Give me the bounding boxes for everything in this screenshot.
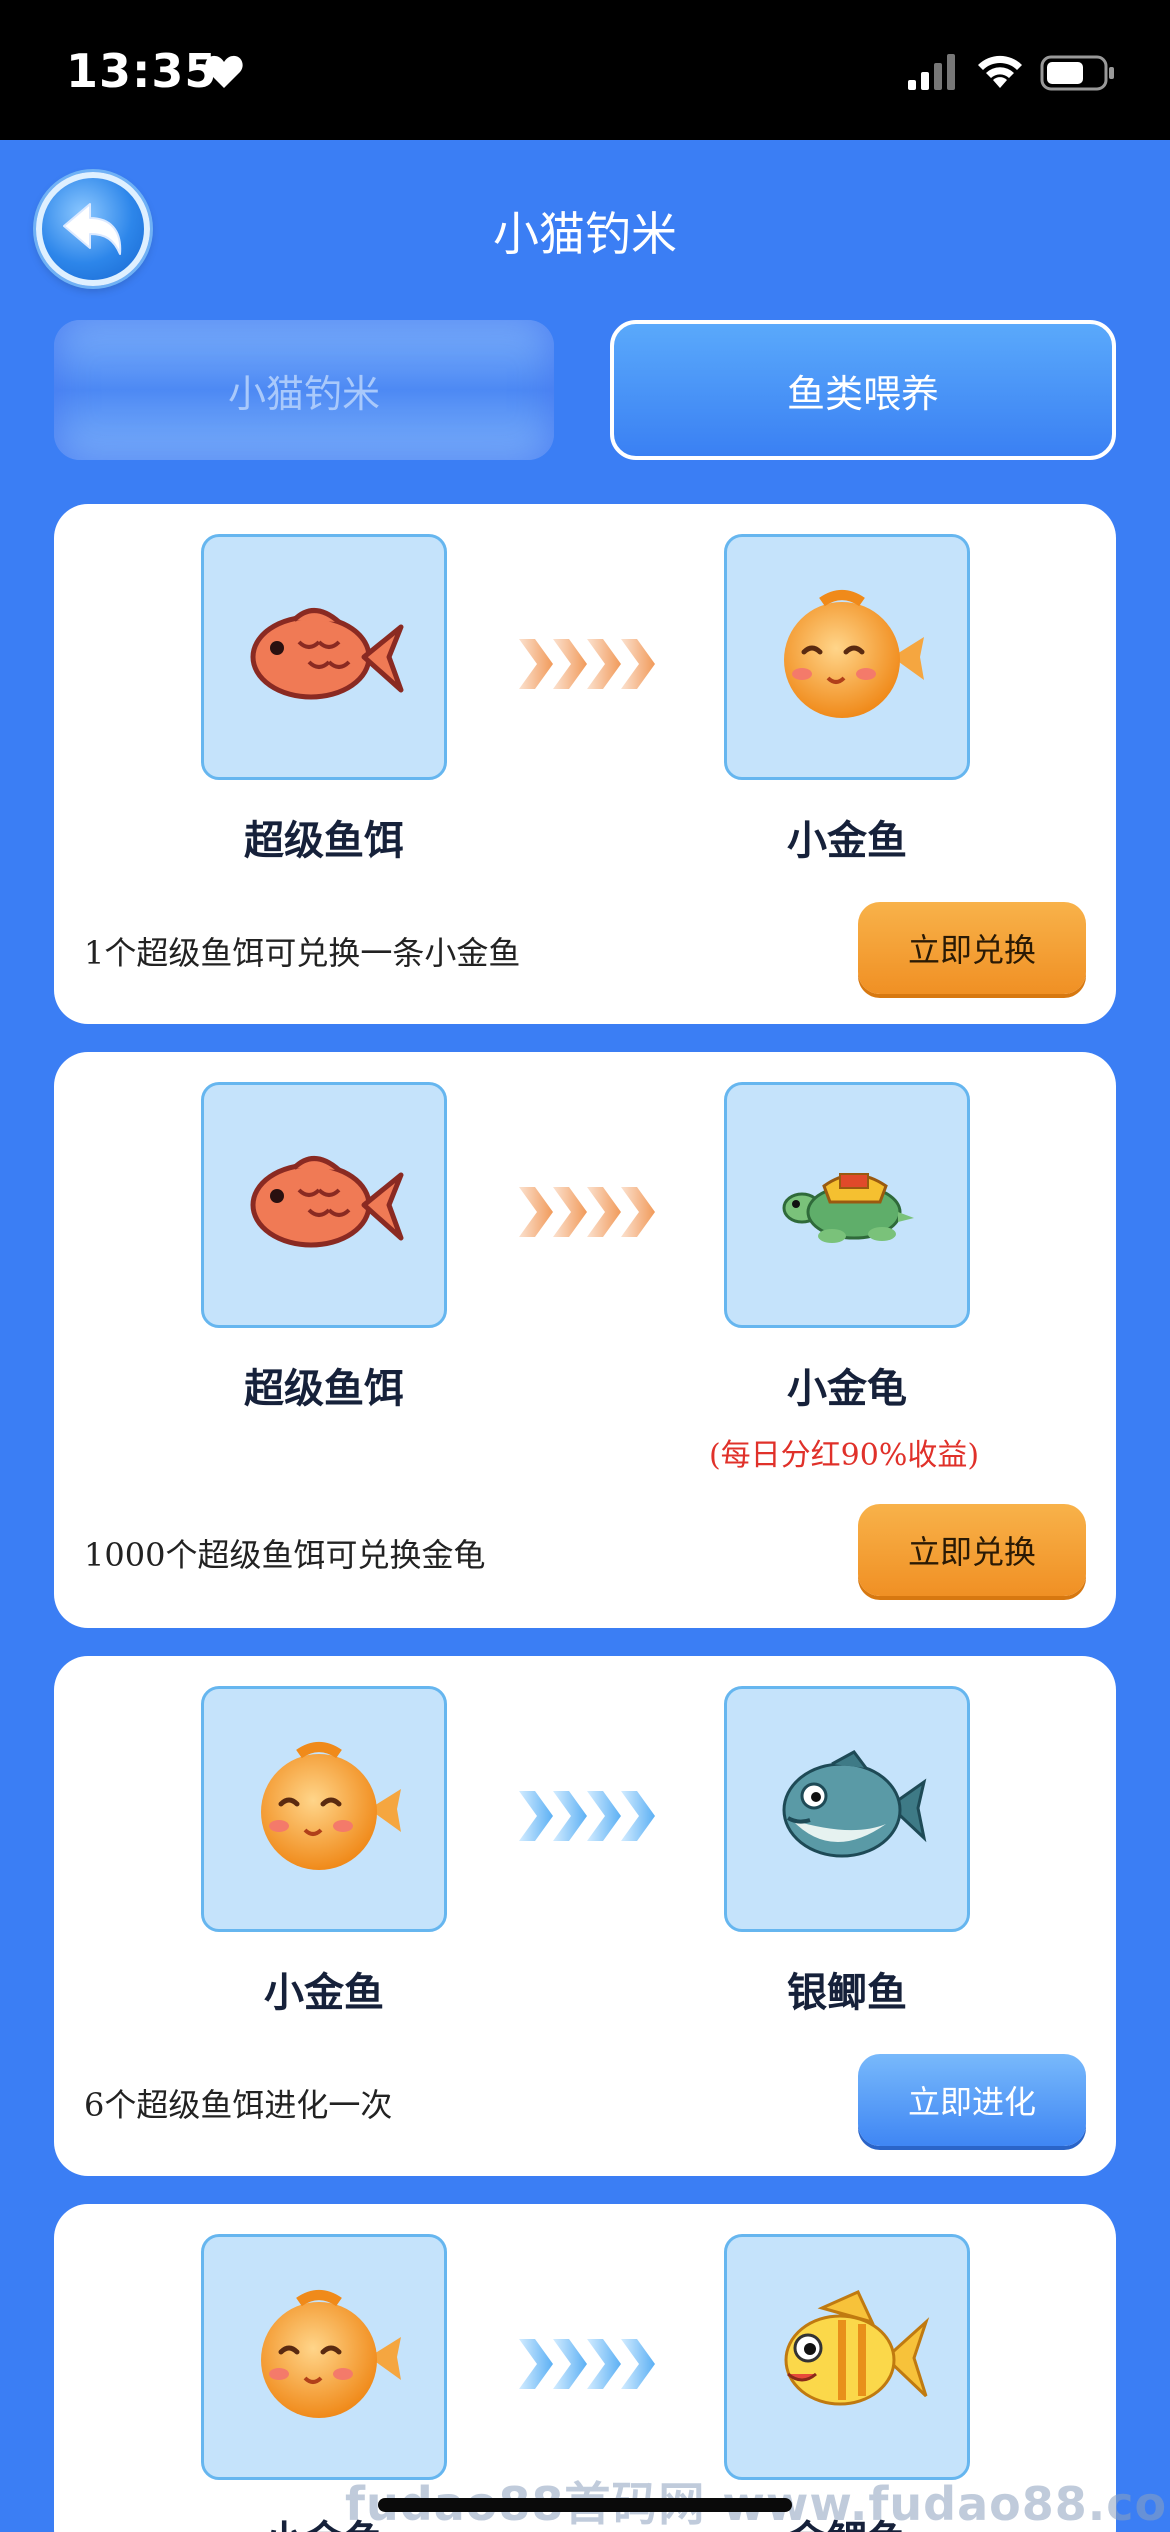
dividend-note: (每日分红90%收益) (708, 1438, 980, 1473)
from-item-image (201, 1686, 447, 1932)
exchange-button[interactable]: 立即兑换 (858, 1504, 1086, 1596)
exchange-button[interactable]: 立即兑换 (858, 902, 1086, 994)
from-item-image (201, 2234, 447, 2480)
fish-bait-icon (250, 1156, 404, 1248)
evolve-description: 6个超级鱼饵进化一次 (84, 2086, 393, 2124)
convert-arrows-icon (519, 639, 655, 689)
to-item-image (724, 534, 970, 780)
silver-carp-icon (782, 1750, 927, 1858)
cellular-signal-icon (908, 54, 955, 90)
from-item-image (201, 1082, 447, 1328)
to-item-image (724, 1686, 970, 1932)
exchange-description: 1个超级鱼饵可兑换一条小金鱼 (84, 934, 521, 972)
from-item-name: 小金鱼 (264, 1970, 384, 2016)
fish-bait-icon (250, 608, 404, 700)
convert-arrows-icon (519, 2339, 655, 2389)
from-item-name: 超级鱼饵 (244, 818, 404, 864)
to-item-image (724, 1082, 970, 1328)
from-item-name: 超级鱼饵 (244, 1366, 404, 1412)
exchange-card: 超级鱼饵 小金鱼 1个超级鱼饵可兑换一条小金鱼 立即兑换 (54, 504, 1116, 1024)
to-item-image (724, 2234, 970, 2480)
to-item-name: 小金龟 (787, 1366, 907, 1412)
golden-carp-icon (784, 2290, 930, 2406)
exchange-description: 1000个超级鱼饵可兑换金龟 (84, 1536, 486, 1574)
to-item-name: 银鲫鱼 (787, 1970, 907, 2016)
convert-arrows-icon (519, 1791, 655, 1841)
golden-turtle-icon (782, 1173, 914, 1243)
heart-icon (205, 55, 243, 88)
goldfish-icon (784, 590, 924, 718)
goldfish-icon (261, 2290, 401, 2418)
status-time: 13:35 (66, 44, 218, 98)
evolve-button[interactable]: 立即进化 (858, 2054, 1086, 2146)
home-indicator[interactable] (378, 2498, 792, 2512)
convert-arrows-icon (519, 1187, 655, 1237)
evolve-card: 小金鱼 银鲫鱼 6个超级鱼饵进化一次 立即进化 (54, 1656, 1116, 2176)
tab-fish-feeding[interactable]: 鱼类喂养 (610, 320, 1116, 460)
from-item-image (201, 534, 447, 780)
tab-kitten-fishing[interactable]: 小猫钓米 (54, 320, 554, 460)
status-bar: 13:35 (0, 0, 1170, 140)
battery-icon (1040, 55, 1114, 91)
exchange-card: 超级鱼饵 小金龟 (每日分红90%收益) 1000个超级鱼饵可兑换金龟 立即兑换 (54, 1052, 1116, 1628)
page-title: 小猫钓米 (493, 207, 677, 261)
wifi-icon (978, 55, 1022, 88)
goldfish-icon (261, 1742, 401, 1870)
to-item-name: 小金鱼 (787, 818, 907, 864)
